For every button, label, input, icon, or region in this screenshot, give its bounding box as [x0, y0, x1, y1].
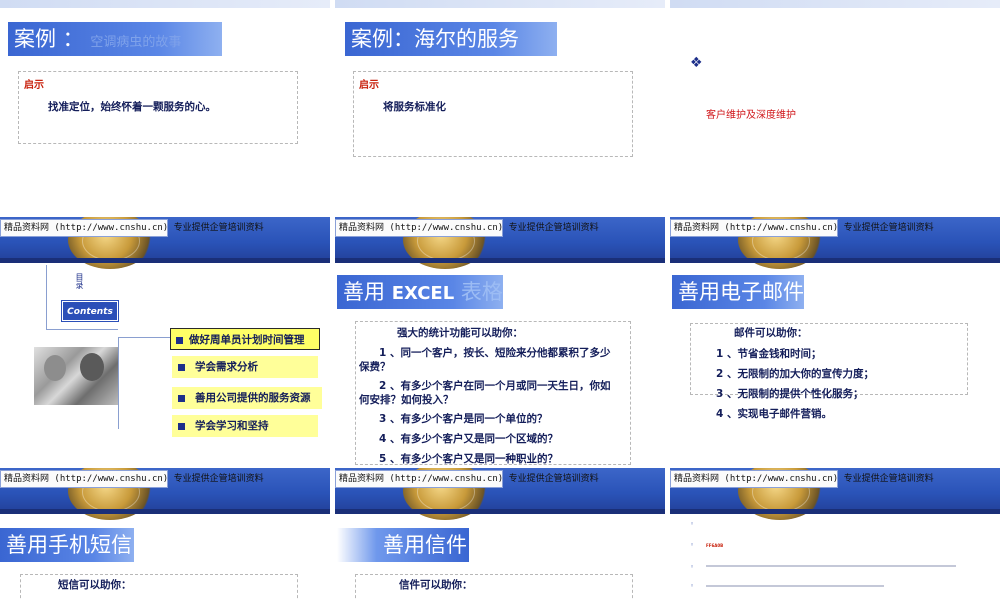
slide-banner: 精品资料网 (http://www.cnshu.cn) 专业提供企管培训资料: [670, 217, 1000, 269]
slide-thumbnail-6[interactable]: 精品资料网 (http://www.cnshu.cn) 专业提供企管培训资料 善…: [670, 217, 1000, 465]
line-1-cont: 保费？: [359, 361, 391, 373]
slide-thumbnail-1[interactable]: 案例 ： 空调病虫的故事 启示 找准定位，始终怀着一颗服务的心。: [0, 0, 330, 214]
contents-label: Contents: [62, 301, 118, 321]
banner-bottom-bar: [335, 258, 665, 263]
slide-banner: 精品资料网 (http://www.cnshu.cn) 专业提供企管培训资料: [0, 217, 330, 269]
hollow-bullet-icon: ◦: [690, 563, 695, 571]
red-caption: 客户维护及深度维护: [706, 110, 796, 121]
slide-title: 善用手机短信: [0, 528, 134, 562]
menu-item-3[interactable]: 善用公司提供的服务资源: [172, 387, 322, 409]
banner-site-text: 精品资料网 (http://www.cnshu.cn) 专业提供企管培训资料: [335, 219, 599, 237]
banner-bottom-bar: [0, 258, 330, 263]
banner-site-text: 精品资料网 (http://www.cnshu.cn) 专业提供企管培训资料: [335, 470, 599, 488]
connector-line: [46, 265, 47, 329]
square-bullet-icon: [178, 363, 185, 371]
banner-site-text: 精品资料网 (http://www.cnshu.cn) 专业提供企管培训资料: [670, 219, 934, 237]
square-bullet-icon: [178, 394, 185, 402]
slide-thumbnail-4[interactable]: 精品资料网 (http://www.cnshu.cn) 专业提供企管培训资料 目…: [0, 217, 330, 465]
slide-banner: 精品资料网 (http://www.cnshu.cn) 专业提供企管培训资料: [335, 217, 665, 269]
banner-bottom-bar: [670, 258, 1000, 263]
banner-site-text: 精品资料网 (http://www.cnshu.cn) 专业提供企管培训资料: [0, 470, 264, 488]
content-box: [355, 574, 633, 600]
section-label: 启示: [24, 80, 44, 91]
intro-text: 短信可以助你：: [58, 579, 132, 591]
line-3: 3 、无限制的提供个性化服务；: [716, 388, 864, 400]
slide-top-strip: [0, 0, 330, 8]
slide-thumbnail-9[interactable]: 精品资料网 (http://www.cnshu.cn) 专业提供企管培训资料 ◦…: [670, 468, 1000, 600]
banner-bottom-bar: [335, 509, 665, 514]
connector-line: [118, 337, 119, 429]
slide-thumbnail-3[interactable]: ❖ 客户维护及深度维护: [670, 0, 1000, 214]
slide-banner: 精品资料网 (http://www.cnshu.cn) 专业提供企管培训资料: [335, 468, 665, 520]
intro-text: 邮件可以助你：: [734, 327, 808, 339]
slide-banner: 精品资料网 (http://www.cnshu.cn) 专业提供企管培训资料: [670, 468, 1000, 520]
title-faint: 表格: [460, 280, 503, 304]
slide-thumbnail-7[interactable]: 精品资料网 (http://www.cnshu.cn) 专业提供企管培训资料 善…: [0, 468, 330, 600]
slide-grid: 案例 ： 空调病虫的故事 启示 找准定位，始终怀着一颗服务的心。 案例：海尔的服…: [0, 0, 1000, 600]
line-2-cont: 何安排？如何投入？: [359, 394, 454, 406]
slide-top-strip: [670, 0, 1000, 8]
title-bold: EXCEL: [391, 283, 455, 304]
banner-site-text: 精品资料网 (http://www.cnshu.cn) 专业提供企管培训资料: [670, 470, 934, 488]
line-5: 5 、有多少个客户又是同一种职业的？: [379, 453, 558, 465]
connector-line: [118, 337, 170, 338]
square-bullet-icon: [178, 422, 185, 430]
banner-bottom-bar: [0, 509, 330, 514]
slide-title: 案例：海尔的服务: [345, 22, 557, 56]
intro-text: 信件可以助你：: [399, 579, 473, 591]
slide-title: 善用电子邮件: [672, 275, 804, 309]
title-faint: 空调病虫的故事: [90, 35, 182, 50]
line-4: 4 、实现电子邮件营销。: [716, 408, 832, 420]
menu-item-2[interactable]: 学会需求分析: [172, 356, 318, 378]
diamond-bullet-icon: ❖: [690, 55, 703, 71]
banner-bottom-bar: [670, 509, 1000, 514]
connector-line: [46, 329, 118, 330]
tiny-text-line-2-bar: [706, 585, 884, 587]
person-icon: [44, 355, 66, 381]
slide-title: 案例 ： 空调病虫的故事: [8, 22, 222, 56]
intro-text: 强大的统计功能可以助你：: [397, 327, 523, 339]
menu-item-1[interactable]: 做好周单员计划时间管理: [170, 328, 320, 350]
menu-item-4[interactable]: 学会学习和坚持: [172, 415, 318, 437]
hollow-bullet-icon: ◦: [690, 541, 695, 549]
body-text: 找准定位，始终怀着一颗服务的心。: [48, 101, 216, 113]
hollow-bullet-icon: ◦: [690, 520, 695, 528]
line-1: 1 、节省金钱和时间；: [716, 348, 822, 360]
slide-thumbnail-5[interactable]: 精品资料网 (http://www.cnshu.cn) 专业提供企管培训资料 善…: [335, 217, 665, 465]
slide-thumbnail-2[interactable]: 案例：海尔的服务 启示 将服务标准化: [335, 0, 665, 214]
line-2: 2 、无限制的加大你的宣传力度；: [716, 368, 874, 380]
slide-title: 善用信件: [337, 528, 469, 562]
body-text: 将服务标准化: [383, 101, 446, 113]
line-4: 4 、有多少个客户又是同一个区域的？: [379, 433, 558, 445]
slide-top-strip: [335, 0, 665, 8]
hollow-bullet-icon: ◦: [690, 582, 695, 590]
square-bullet-icon: [176, 336, 183, 344]
tiny-text-line-1-bar: [706, 565, 956, 567]
section-label: 启示: [359, 80, 379, 91]
title-main: 善用: [343, 280, 385, 304]
slide-title: 善用 EXCEL 表格: [337, 275, 503, 309]
tiny-heading: FF6A0B: [706, 543, 724, 548]
title-main: 案例 ：: [14, 27, 84, 51]
people-photo: [34, 347, 118, 405]
vertical-label: 目录: [75, 273, 84, 289]
slide-thumbnail-8[interactable]: 精品资料网 (http://www.cnshu.cn) 专业提供企管培训资料 善…: [335, 468, 665, 600]
person-icon: [80, 353, 104, 381]
line-1: 1 、同一个客户，按长、短险来分他都累积了多少: [379, 347, 611, 359]
line-3: 3 、有多少个客户是同一个单位的？: [379, 413, 548, 425]
banner-site-text: 精品资料网 (http://www.cnshu.cn) 专业提供企管培训资料: [0, 219, 264, 237]
slide-banner: 精品资料网 (http://www.cnshu.cn) 专业提供企管培训资料: [0, 468, 330, 520]
